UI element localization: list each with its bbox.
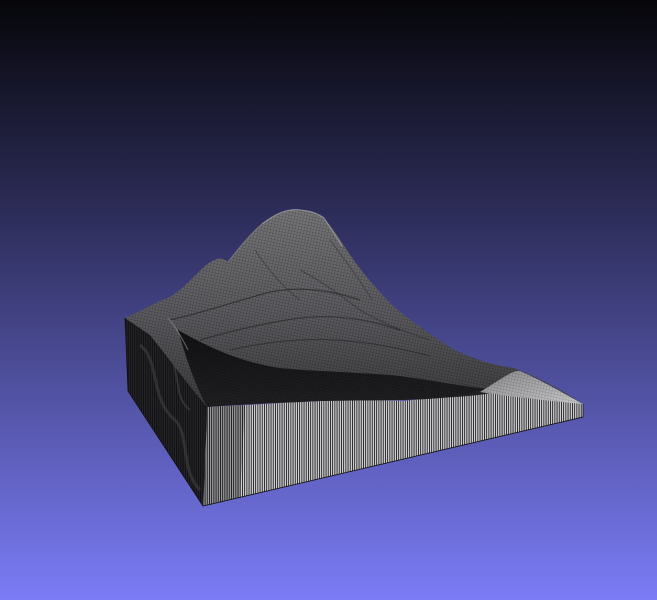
terrain-scene[interactable] [0, 0, 657, 600]
3d-viewport[interactable] [0, 0, 657, 600]
